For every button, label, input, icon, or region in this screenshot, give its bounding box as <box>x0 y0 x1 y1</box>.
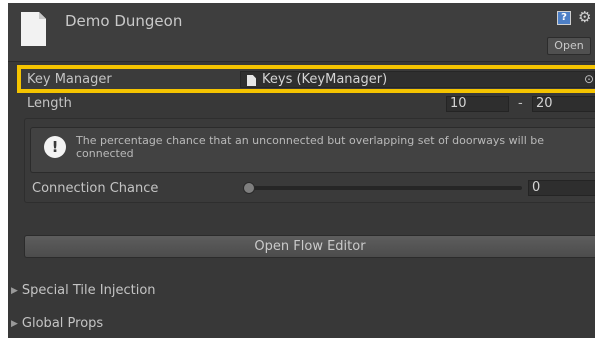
connection-chance-slider[interactable] <box>246 186 522 190</box>
foldout-label: Global Props <box>21 316 104 331</box>
gear-icon[interactable]: ⚙ <box>578 8 591 26</box>
foldout-arrow-icon: ▶ <box>11 319 18 329</box>
foldout-arrow-icon: ▶ <box>11 286 18 296</box>
connection-chance-label: Connection Chance <box>32 181 159 196</box>
info-icon: ! <box>44 136 66 158</box>
key-manager-label: Key Manager <box>27 72 112 87</box>
foldout-label: Special Tile Injection <box>21 283 156 298</box>
foldout-special-tile-injection[interactable]: ▶ Special Tile Injection <box>11 283 156 298</box>
slider-thumb[interactable] <box>243 182 255 194</box>
length-label: Length <box>27 96 72 111</box>
length-max-field[interactable]: 20 <box>532 96 595 112</box>
document-icon <box>21 12 46 46</box>
key-manager-object-field[interactable]: Keys (KeyManager) <box>240 71 595 88</box>
help-text: The percentage chance that an unconnecte… <box>76 134 545 160</box>
file-icon <box>247 75 256 86</box>
connection-chance-field[interactable]: 0 <box>528 180 595 196</box>
length-min-field[interactable]: 10 <box>446 96 509 112</box>
object-picker-icon[interactable]: ⊙ <box>584 72 594 86</box>
key-manager-value: Keys (KeyManager) <box>262 72 388 87</box>
asset-title: Demo Dungeon <box>65 12 183 30</box>
help-icon[interactable]: ? <box>557 11 571 25</box>
open-button[interactable]: Open <box>547 37 591 55</box>
foldout-global-props[interactable]: ▶ Global Props <box>11 316 103 331</box>
length-separator: - <box>518 96 523 111</box>
open-flow-editor-button[interactable]: Open Flow Editor <box>24 235 595 258</box>
